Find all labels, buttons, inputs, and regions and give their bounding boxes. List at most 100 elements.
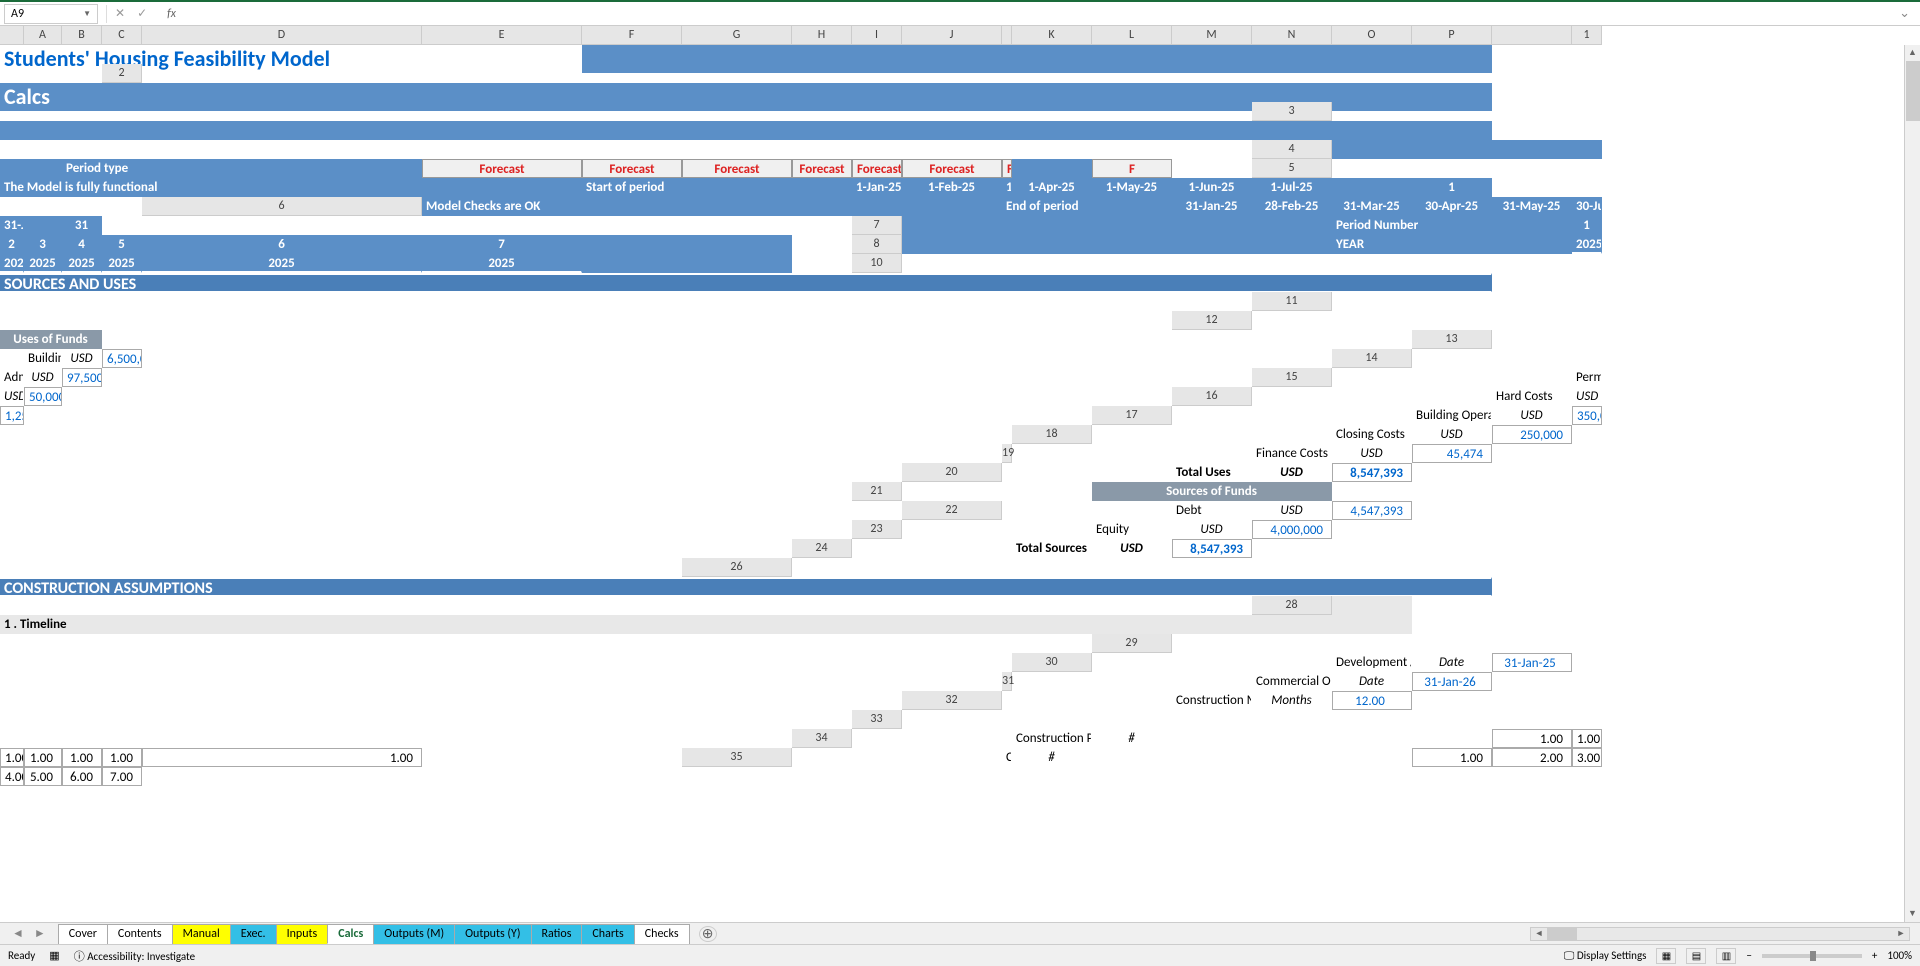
cell[interactable] <box>102 520 142 539</box>
cell[interactable] <box>1002 520 1012 539</box>
cell[interactable] <box>582 729 682 748</box>
cell[interactable] <box>1252 45 1332 73</box>
cell[interactable] <box>852 501 902 520</box>
cell[interactable] <box>24 311 62 330</box>
row-header[interactable]: 8 <box>852 235 902 254</box>
cell[interactable] <box>792 140 852 159</box>
cell[interactable] <box>682 311 792 330</box>
row-header[interactable]: 29 <box>1092 634 1172 653</box>
cell[interactable] <box>24 672 62 691</box>
select-all-corner[interactable] <box>0 26 24 45</box>
column-header[interactable]: D <box>142 26 422 45</box>
cell[interactable] <box>24 596 62 615</box>
cell[interactable] <box>1002 634 1012 653</box>
cell[interactable] <box>682 482 792 501</box>
cell[interactable] <box>1412 710 1492 729</box>
cell[interactable] <box>1412 45 1492 73</box>
cell[interactable] <box>102 444 142 463</box>
cell[interactable] <box>422 387 582 406</box>
vertical-scroll-thumb[interactable] <box>1906 61 1920 121</box>
cell[interactable] <box>142 311 422 330</box>
row-header[interactable]: 3 <box>1252 102 1332 121</box>
cell[interactable] <box>1012 501 1092 520</box>
row-header[interactable]: 22 <box>902 501 1002 520</box>
cell[interactable] <box>1012 159 1092 178</box>
cell[interactable] <box>682 729 792 748</box>
cell[interactable] <box>792 254 852 273</box>
cell[interactable] <box>1172 596 1252 615</box>
cell[interactable] <box>1172 425 1252 444</box>
cell[interactable] <box>1412 387 1492 406</box>
cell[interactable] <box>1412 368 1492 387</box>
cell[interactable] <box>0 463 24 482</box>
cell[interactable] <box>142 634 422 653</box>
cell[interactable] <box>1412 292 1492 311</box>
cell[interactable] <box>902 710 1002 729</box>
cell[interactable] <box>24 425 62 444</box>
cell[interactable] <box>902 748 1002 767</box>
cell[interactable] <box>902 235 1002 254</box>
cell[interactable] <box>1332 634 1412 653</box>
cell[interactable] <box>582 672 682 691</box>
cell[interactable] <box>1492 482 1572 501</box>
sheet-tab-cover[interactable]: Cover <box>58 924 108 944</box>
cell[interactable] <box>792 311 852 330</box>
column-header[interactable] <box>1492 26 1572 45</box>
cell[interactable] <box>102 216 142 235</box>
vertical-scrollbar[interactable]: ▲ ▼ <box>1904 45 1920 922</box>
row-header[interactable]: 28 <box>1252 596 1332 615</box>
cell[interactable] <box>1252 330 1332 349</box>
cell[interactable] <box>62 710 102 729</box>
cell[interactable] <box>0 539 24 558</box>
cell[interactable] <box>62 501 102 520</box>
cell[interactable] <box>1092 425 1172 444</box>
cell[interactable] <box>0 729 24 748</box>
cell[interactable] <box>24 558 62 577</box>
cell[interactable] <box>422 102 582 121</box>
row-header[interactable]: 10 <box>852 254 902 273</box>
cell[interactable] <box>902 292 1002 311</box>
cell[interactable] <box>792 710 852 729</box>
cell[interactable] <box>1092 216 1172 235</box>
display-settings-button[interactable]: 🖵 Display Settings <box>1564 949 1647 963</box>
cell[interactable] <box>1572 634 1602 653</box>
cell[interactable] <box>792 463 852 482</box>
cell[interactable] <box>1092 710 1172 729</box>
cell[interactable] <box>62 140 102 159</box>
cell[interactable] <box>0 501 24 520</box>
cell[interactable] <box>582 254 682 273</box>
cell[interactable] <box>0 482 24 501</box>
cell[interactable] <box>852 140 902 159</box>
cell[interactable] <box>24 102 62 121</box>
cell[interactable] <box>902 425 1002 444</box>
cell[interactable] <box>102 672 142 691</box>
row-header[interactable]: 6 <box>142 197 422 216</box>
cell[interactable] <box>1172 349 1252 368</box>
cell[interactable] <box>1252 235 1332 254</box>
cell[interactable] <box>1252 748 1332 767</box>
column-header[interactable]: E <box>422 26 582 45</box>
sheet-tab-manual[interactable]: Manual <box>172 924 231 944</box>
cell[interactable] <box>792 482 852 501</box>
cell[interactable] <box>1332 140 1412 159</box>
cell[interactable] <box>1492 539 1572 558</box>
cell[interactable] <box>62 482 102 501</box>
cell[interactable] <box>102 539 142 558</box>
expand-formula-bar-icon[interactable]: ⌄ <box>1893 6 1916 21</box>
cell[interactable] <box>1412 349 1492 368</box>
cell[interactable] <box>1332 45 1412 73</box>
cell[interactable] <box>902 102 1002 121</box>
scroll-left-icon[interactable]: ◄ <box>1531 928 1547 940</box>
cell[interactable] <box>1002 330 1012 349</box>
cell[interactable] <box>102 710 142 729</box>
cell[interactable] <box>422 444 582 463</box>
cell[interactable] <box>142 672 422 691</box>
cell[interactable] <box>1332 311 1412 330</box>
cell[interactable] <box>682 501 792 520</box>
cell[interactable] <box>422 216 582 235</box>
cell[interactable] <box>1332 406 1412 425</box>
cell[interactable] <box>422 463 582 482</box>
cell[interactable] <box>142 520 422 539</box>
cell[interactable] <box>102 691 142 710</box>
cell[interactable] <box>852 292 902 311</box>
